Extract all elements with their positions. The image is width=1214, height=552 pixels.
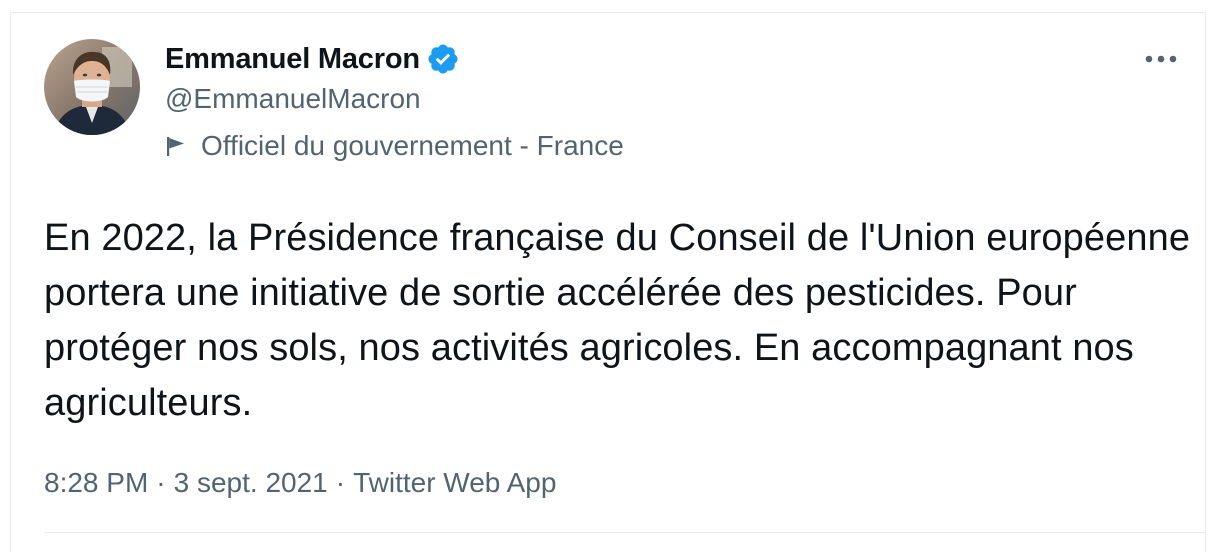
- affiliation-label: Officiel du gouvernement - France: [165, 129, 624, 163]
- divider: [44, 532, 1205, 533]
- tweet-text: En 2022, la Présidence française du Cons…: [44, 217, 1191, 424]
- tweet-card: Emmanuel Macron @EmmanuelMacron Officiel…: [10, 12, 1206, 552]
- more-options-button[interactable]: [1139, 47, 1183, 71]
- affiliation-text: Officiel du gouvernement - France: [201, 130, 624, 161]
- avatar-image: [44, 39, 140, 135]
- flag-icon: [165, 135, 187, 157]
- author-handle[interactable]: @EmmanuelMacron: [165, 83, 421, 115]
- tweet-metadata: 8:28 PM · 3 sept. 2021 · Twitter Web App: [44, 463, 556, 503]
- more-options-icon: [1145, 55, 1177, 63]
- meta-separator: ·: [156, 467, 166, 498]
- verified-badge-icon: [426, 42, 460, 76]
- meta-separator: ·: [335, 467, 346, 498]
- author-name-row: Emmanuel Macron: [165, 41, 460, 77]
- author-display-name[interactable]: Emmanuel Macron: [165, 43, 420, 76]
- tweet-source[interactable]: Twitter Web App: [353, 467, 556, 499]
- tweet-date[interactable]: 3 sept. 2021: [174, 467, 328, 499]
- avatar[interactable]: [44, 39, 140, 135]
- tweet-time[interactable]: 8:28 PM: [44, 467, 148, 499]
